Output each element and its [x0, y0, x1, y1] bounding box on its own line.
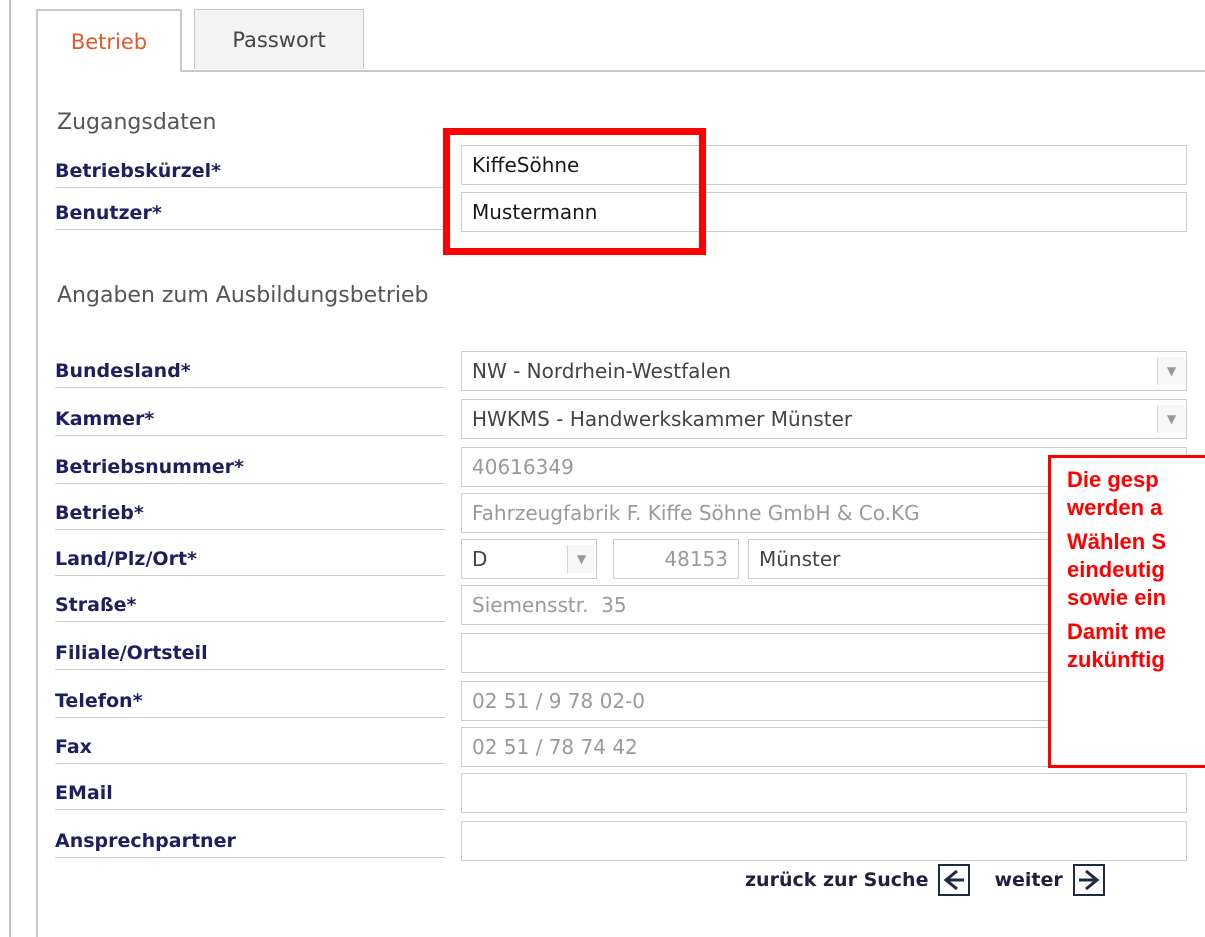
label-strasse: Straße* [55, 588, 445, 622]
panel-border [36, 70, 38, 937]
callout-text-1: Die gesp werden a [1067, 467, 1163, 520]
arrow-right-icon[interactable] [1072, 864, 1105, 896]
arrow-left-icon[interactable] [938, 864, 971, 896]
label-kammer: Kammer* [55, 402, 445, 436]
label-betriebskuerzel: Betriebskürzel* [55, 154, 445, 188]
label-bundesland: Bundesland* [55, 354, 445, 388]
label-filiale: Filiale/Ortsteil [55, 636, 445, 670]
label-ansprechpartner: Ansprechpartner [55, 824, 445, 858]
annotation-highlight-box [443, 128, 706, 255]
section-title-access: Zugangsdaten [57, 110, 217, 135]
label-betriebsnummer: Betriebsnummer* [55, 450, 445, 484]
kammer-select[interactable]: HWKMS - Handwerkskammer Münster ▼ [461, 399, 1187, 439]
footer-nav: zurück zur Suche weiter [745, 860, 1105, 900]
next-link[interactable]: weiter [994, 869, 1062, 891]
label-telefon: Telefon* [55, 684, 445, 718]
label-email: EMail [55, 776, 445, 810]
kammer-value: HWKMS - Handwerkskammer Münster [472, 407, 853, 431]
bundesland-value: NW - Nordrhein-Westfalen [472, 359, 731, 383]
plz-field: 48153 [613, 539, 739, 579]
section-title-company: Angaben zum Ausbildungsbetrieb [57, 283, 429, 308]
back-to-search-link[interactable]: zurück zur Suche [745, 869, 928, 891]
chevron-down-icon[interactable]: ▼ [1157, 357, 1185, 385]
callout-text-2: Wählen Seindeutig sowie ein [1067, 529, 1167, 610]
callout-text-3: Damit me zukünftig [1067, 619, 1167, 672]
tab-betrieb[interactable]: Betrieb [36, 9, 182, 72]
ansprechpartner-input[interactable] [461, 821, 1187, 861]
label-betrieb: Betrieb* [55, 496, 445, 530]
land-select[interactable]: D ▼ [461, 539, 597, 579]
email-input[interactable] [461, 773, 1187, 813]
chevron-down-icon[interactable]: ▼ [1157, 405, 1185, 433]
label-land-plz-ort: Land/Plz/Ort* [55, 542, 445, 576]
bundesland-select[interactable]: NW - Nordrhein-Westfalen ▼ [461, 351, 1187, 391]
page-left-border [9, 0, 11, 937]
chevron-down-icon[interactable]: ▼ [567, 545, 595, 573]
label-fax: Fax [55, 730, 445, 764]
land-value: D [472, 547, 488, 571]
annotation-callout: Die gesp werden a Wählen Seindeutig sowie … [1048, 455, 1205, 768]
tab-passwort[interactable]: Passwort [194, 9, 364, 69]
label-benutzer: Benutzer* [55, 196, 445, 230]
tab-divider [180, 70, 1205, 72]
